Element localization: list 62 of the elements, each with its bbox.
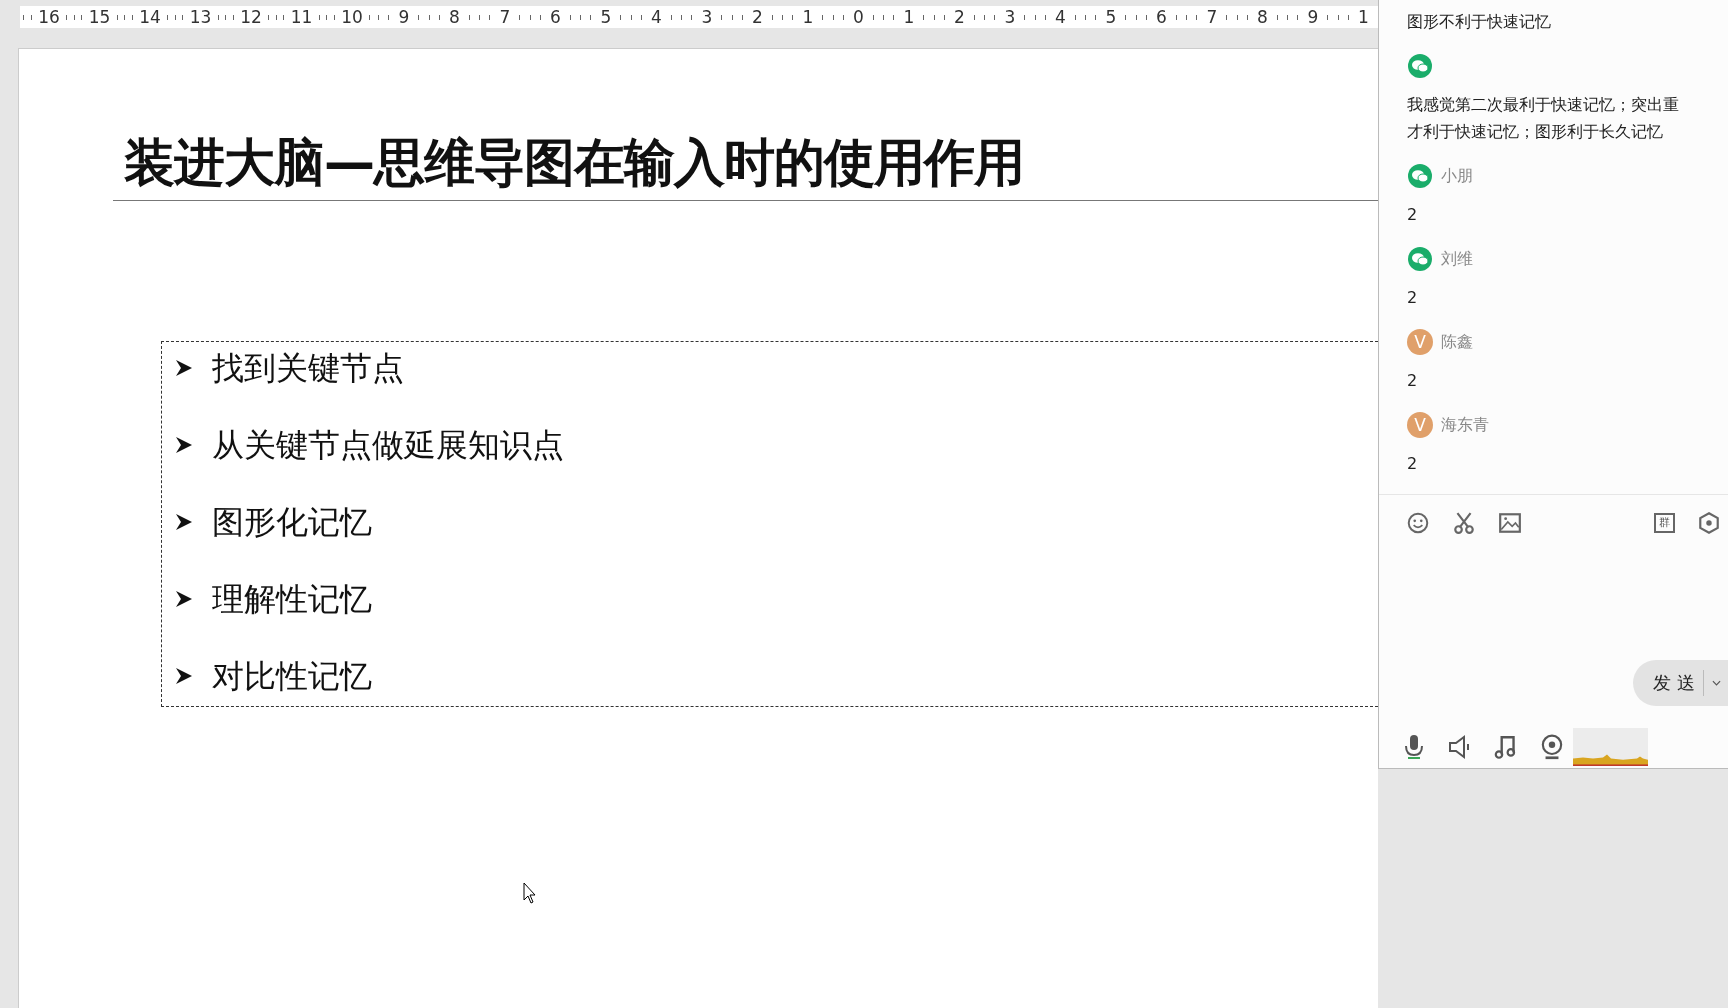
send-button[interactable]: 发 送 [1633, 660, 1728, 706]
ruler-number: 9 [398, 8, 410, 26]
ruler-number: 4 [650, 8, 662, 26]
message-text: 我感觉第二次最利于快速记忆；突出重 才利于快速记忆；图形利于长久记忆 [1407, 94, 1680, 143]
image-icon[interactable] [1498, 511, 1522, 535]
ruler-number: 1 [903, 8, 915, 26]
message-text: 2 [1407, 453, 1419, 475]
message-text: 2 [1407, 287, 1419, 309]
sender-name: 小朋 [1441, 165, 1473, 187]
user-avatar: V [1407, 412, 1433, 438]
arrow-bullet-icon [174, 512, 194, 532]
cursor-icon [523, 882, 537, 904]
sender-name: 陈鑫 [1441, 331, 1473, 353]
ruler-number: 6 [549, 8, 561, 26]
settings-icon[interactable] [1697, 511, 1721, 535]
wechat-avatar-icon [1407, 246, 1433, 272]
arrow-bullet-icon [174, 666, 194, 686]
message-text: 2 [1407, 204, 1419, 226]
message-text: 图形不利于快速记忆 [1407, 11, 1552, 33]
bullet-text: 从关键节点做延展知识点 [212, 425, 564, 465]
ruler-number: 8 [1256, 8, 1268, 26]
ruler-number: 3 [701, 8, 713, 26]
ruler-number: 1 [1357, 8, 1369, 26]
ruler-number: 2 [953, 8, 965, 26]
ruler-number: 2 [751, 8, 763, 26]
ruler-number: 7 [499, 8, 511, 26]
bullet-text: 图形化记忆 [212, 502, 372, 542]
scissors-icon[interactable] [1452, 511, 1476, 535]
wechat-avatar-icon [1407, 163, 1433, 189]
ruler-number: 10 [341, 8, 363, 26]
arrow-bullet-icon [174, 589, 194, 609]
wechat-avatar-icon [1407, 53, 1433, 79]
sender-name: 刘维 [1441, 248, 1473, 270]
ruler-number: 0 [852, 8, 864, 26]
ruler-number: 6 [1155, 8, 1167, 26]
message-text: 2 [1407, 370, 1419, 392]
ruler-number: 1 [802, 8, 814, 26]
caret-icon[interactable] [1711, 680, 1721, 686]
ruler-number: 9 [1307, 8, 1319, 26]
slide-title: 装进大脑—思维导图在输入时的使用作用 [124, 132, 1025, 194]
ruler-number: 12 [240, 8, 262, 26]
ruler-number: 11 [290, 8, 313, 26]
ruler-number: 14 [139, 8, 161, 26]
ruler-number: 4 [1054, 8, 1066, 26]
ruler-number: 15 [88, 8, 111, 26]
arrow-bullet-icon [174, 435, 194, 455]
ruler-number: 3 [1004, 8, 1016, 26]
group-chat-icon[interactable]: 群 [1654, 513, 1675, 533]
bullet-text: 对比性记忆 [212, 656, 372, 696]
ruler-number: 5 [1105, 8, 1117, 26]
ruler-number: 5 [600, 8, 612, 26]
user-avatar: V [1407, 329, 1433, 355]
webcam-icon[interactable] [1539, 733, 1565, 761]
emoji-icon[interactable] [1406, 511, 1430, 535]
ruler-number: 13 [189, 8, 212, 26]
bullet-text: 理解性记忆 [212, 579, 372, 619]
ruler-number: 7 [1206, 8, 1218, 26]
arrow-bullet-icon [174, 358, 194, 378]
ruler-number: 16 [38, 8, 60, 26]
sender-name: 海东青 [1441, 414, 1489, 436]
bullet-text: 找到关键节点 [212, 348, 404, 388]
ruler-number: 8 [448, 8, 460, 26]
